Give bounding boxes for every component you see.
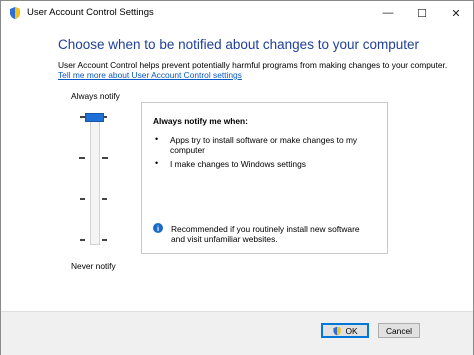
window-title: User Account Control Settings: [27, 7, 154, 18]
page-description: User Account Control helps prevent poten…: [58, 60, 448, 70]
dialog-footer: OK Cancel: [1, 311, 473, 355]
slider-top-label: Always notify: [71, 91, 120, 101]
ok-button[interactable]: OK: [321, 323, 369, 338]
maximize-button[interactable]: ☐: [405, 1, 439, 25]
cancel-button[interactable]: Cancel: [378, 323, 420, 338]
uac-shield-icon: [333, 326, 342, 335]
minimize-button[interactable]: —: [371, 1, 405, 25]
ok-label: OK: [345, 325, 358, 336]
slider-tick-left: [80, 239, 85, 241]
slider-tick-right: [102, 198, 107, 200]
uac-shield-icon: [10, 7, 20, 19]
bullet-text: I make changes to Windows settings: [170, 159, 306, 169]
slider-tick-left: [79, 157, 85, 159]
slider-bottom-label: Never notify: [71, 261, 116, 271]
notification-level-slider[interactable]: [90, 113, 100, 245]
level-description-panel: Always notify me when: • Apps try to ins…: [141, 102, 388, 254]
info-icon: i: [153, 223, 163, 233]
cancel-label: Cancel: [385, 325, 413, 336]
slider-tick-right: [102, 239, 107, 241]
title-bar: User Account Control Settings — ☐ ✕: [1, 1, 473, 25]
panel-title: Always notify me when:: [153, 116, 248, 126]
recommendation-text: Recommended if you routinely install new…: [171, 224, 360, 244]
bullet-text: Apps try to install software or make cha…: [170, 135, 358, 155]
bullet-icon: •: [155, 134, 159, 144]
uac-settings-window: User Account Control Settings — ☐ ✕ Choo…: [0, 0, 474, 355]
slider-tick-right: [102, 157, 108, 159]
bullet-icon: •: [155, 158, 159, 168]
slider-tick-left: [80, 198, 85, 200]
close-button[interactable]: ✕: [439, 1, 473, 25]
learn-more-link[interactable]: Tell me more about User Account Control …: [58, 70, 242, 80]
page-heading: Choose when to be notified about changes…: [58, 37, 419, 52]
slider-thumb[interactable]: [85, 113, 104, 122]
